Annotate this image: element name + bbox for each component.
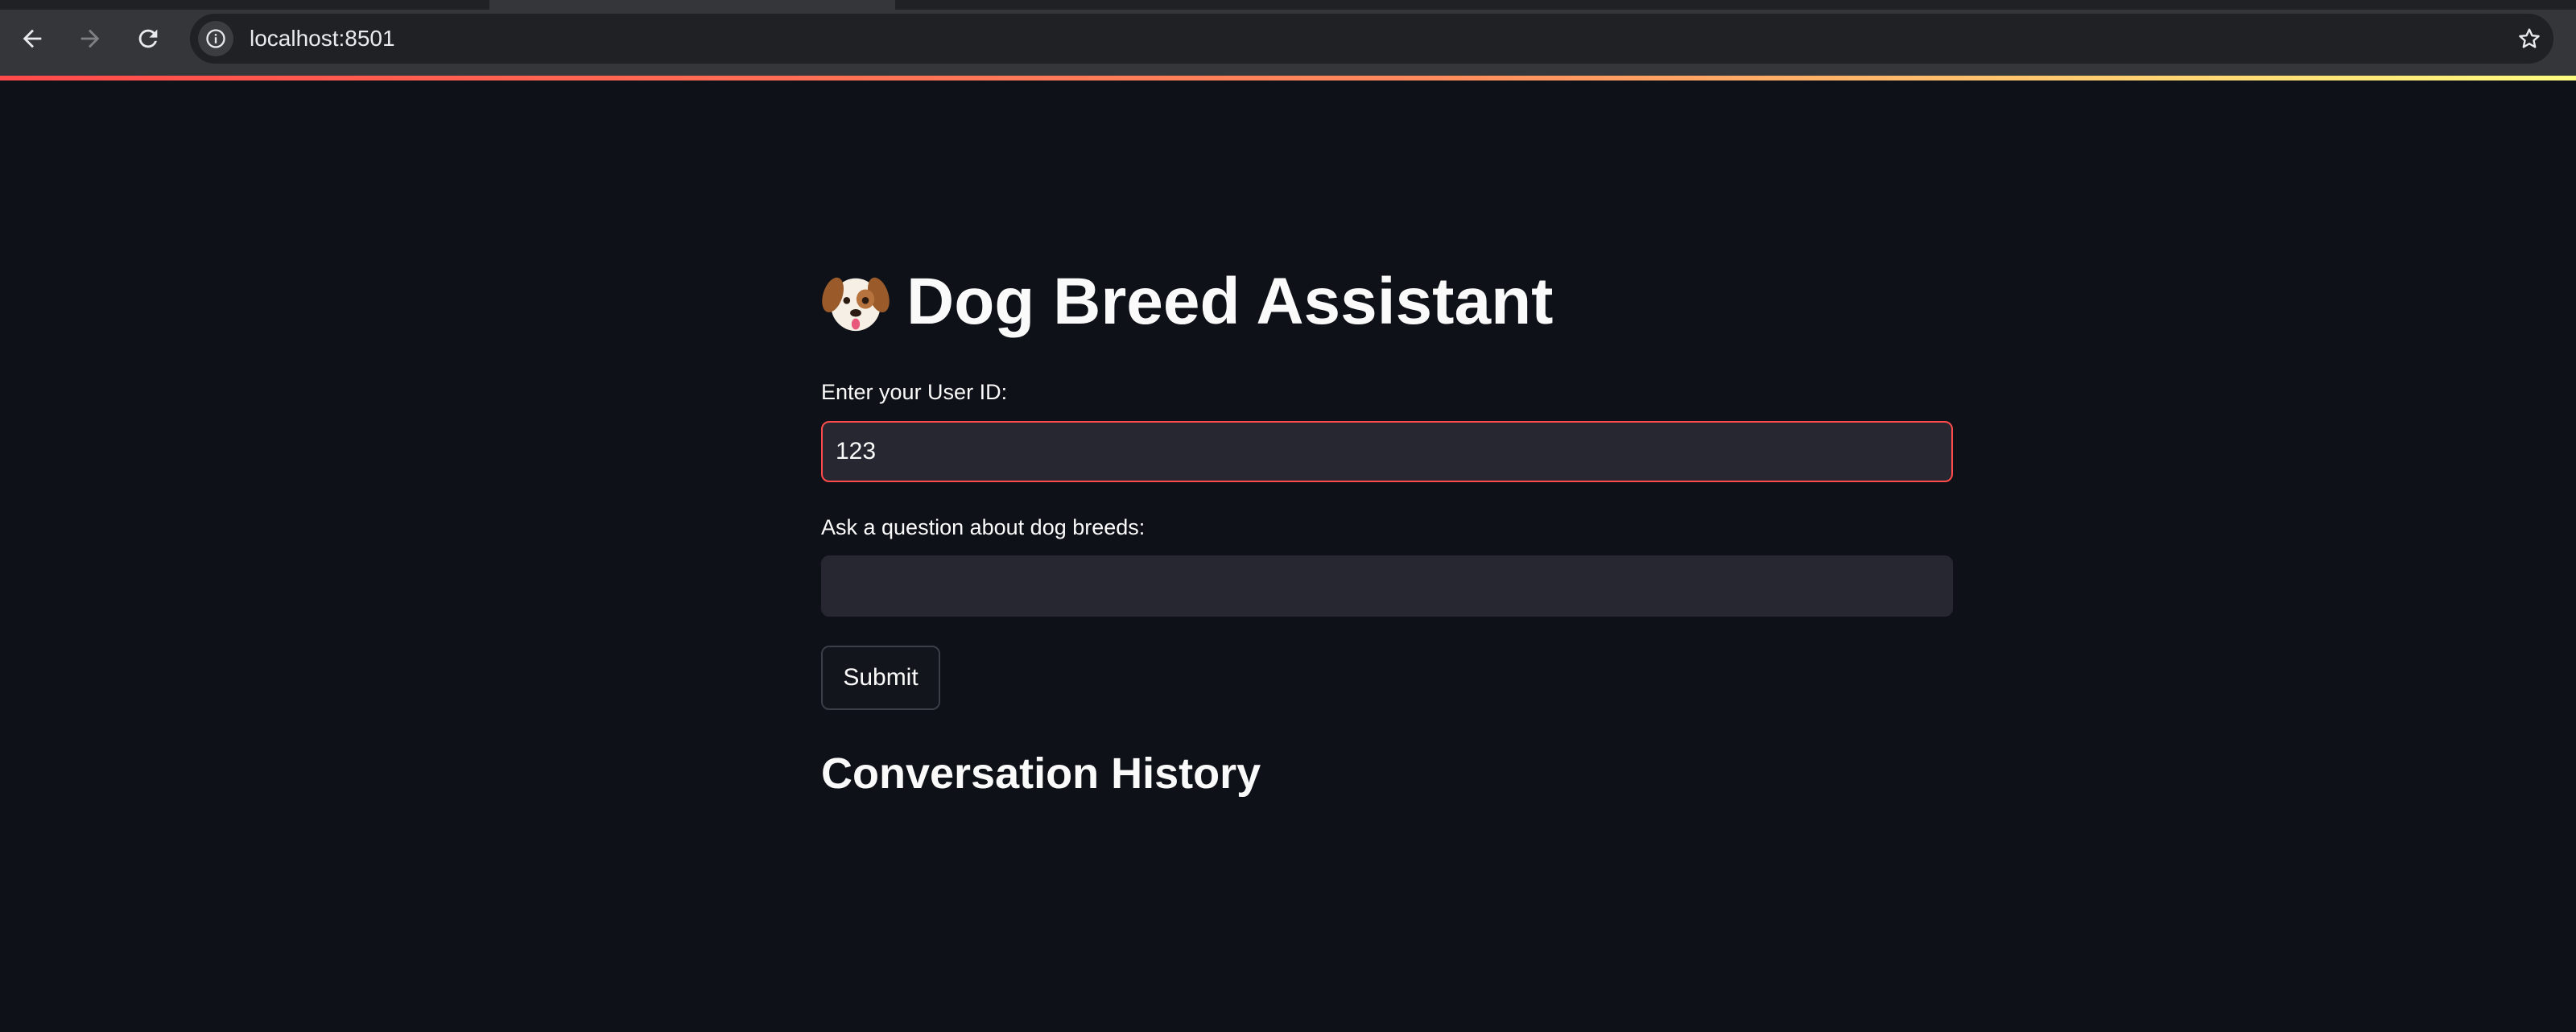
question-input[interactable] <box>821 555 1953 617</box>
page-title: Dog Breed Assistant <box>821 264 1553 340</box>
conversation-history-heading: Conversation History <box>821 749 1261 798</box>
site-info-icon[interactable] <box>198 21 233 56</box>
tab-strip <box>0 0 2576 10</box>
browser-toolbar: localhost:8501 <box>0 0 2576 76</box>
back-arrow-icon[interactable] <box>13 19 52 58</box>
submit-button[interactable]: Submit <box>821 646 940 710</box>
user-id-input[interactable] <box>821 421 1953 482</box>
forward-arrow-icon[interactable] <box>71 19 109 58</box>
bookmark-star-icon[interactable] <box>2512 21 2547 56</box>
url-text[interactable]: localhost:8501 <box>250 14 395 64</box>
title-text: Dog Breed Assistant <box>906 265 1554 338</box>
active-tab[interactable] <box>489 0 895 10</box>
app-decoration-bar <box>0 76 2576 80</box>
question-label: Ask a question about dog breeds: <box>821 515 1146 539</box>
address-bar[interactable]: localhost:8501 <box>190 14 2553 64</box>
dog-face-icon <box>821 267 890 336</box>
reload-icon[interactable] <box>129 19 167 58</box>
user-id-label: Enter your User ID: <box>821 380 1008 404</box>
